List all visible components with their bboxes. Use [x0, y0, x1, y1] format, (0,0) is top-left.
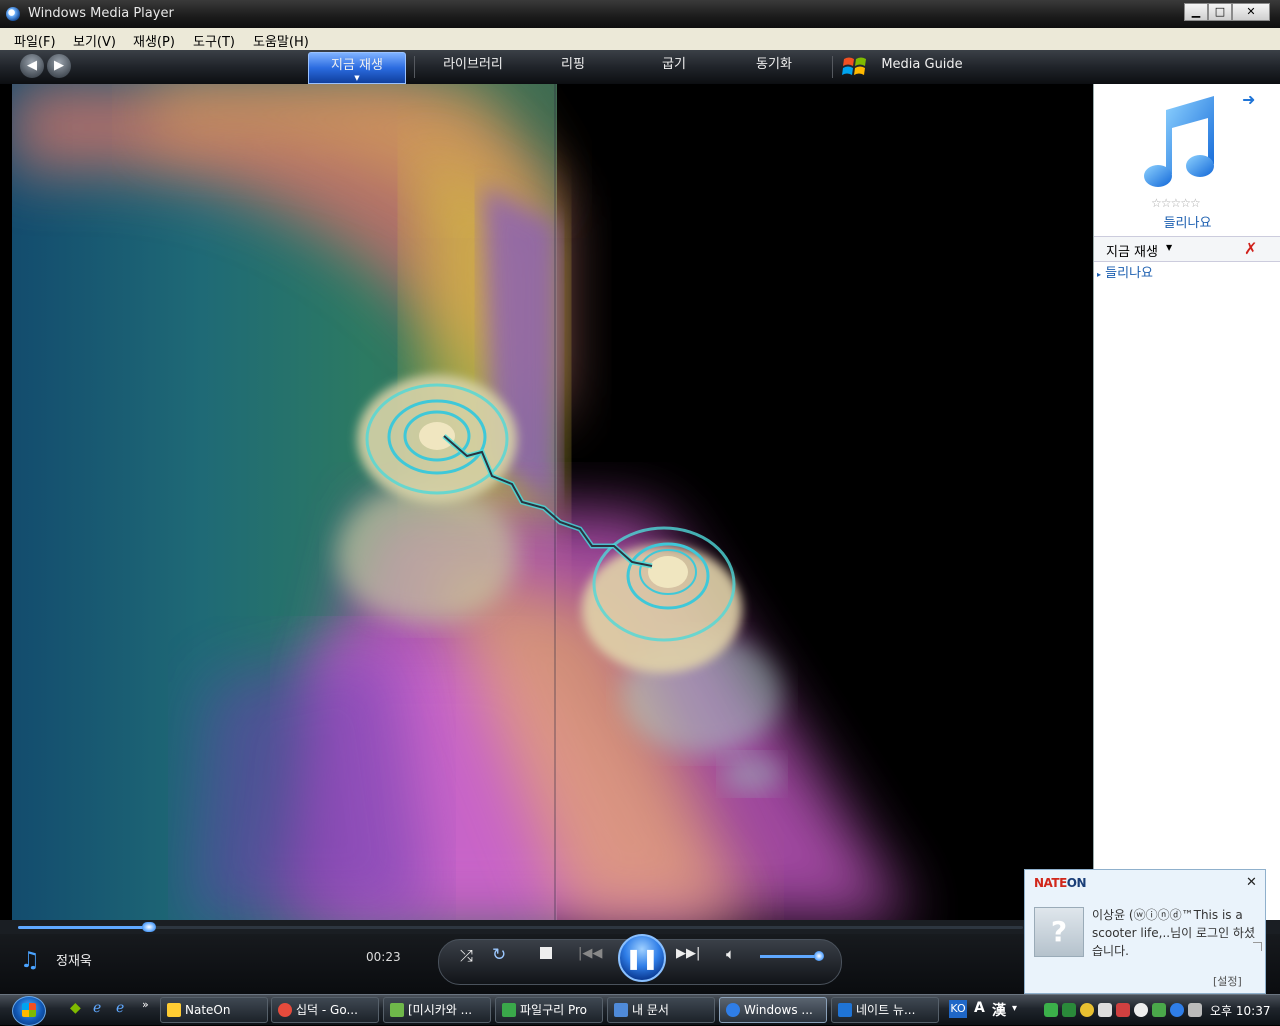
taskbar-item[interactable]: 파일구리 Pro — [495, 997, 603, 1023]
album-title[interactable]: 들리나요 — [1094, 212, 1280, 231]
tray-icon[interactable] — [1152, 1003, 1166, 1017]
back-button[interactable]: ◀ — [20, 54, 44, 78]
chevron-down-icon[interactable]: ▼ — [1166, 243, 1172, 252]
windows-logo-icon[interactable] — [842, 54, 868, 80]
tray-icon[interactable] — [1044, 1003, 1058, 1017]
close-icon[interactable]: ✕ — [1246, 875, 1257, 890]
close-button[interactable]: ✕ — [1232, 3, 1270, 21]
taskbar: ◆ ℯ ℯ » NateOn 십덕 - Go... [미시카와 ... 파일구리… — [0, 994, 1280, 1026]
minimize-button[interactable]: ▁ — [1184, 3, 1208, 21]
menu-view[interactable]: 보기(V) — [73, 31, 116, 50]
tab-now-playing[interactable]: 지금 재생 ▼ — [308, 52, 406, 84]
ime-hanja[interactable]: 漢 — [992, 1000, 1006, 1020]
divider — [414, 56, 415, 78]
title-bar[interactable]: Windows Media Player ▁ □ ✕ — [0, 0, 1280, 29]
tray-icon[interactable] — [1188, 1003, 1202, 1017]
filegury-icon — [502, 1003, 516, 1017]
unknown-avatar-icon: ? — [1034, 907, 1084, 957]
visualization-graphic — [12, 84, 1092, 920]
internet-explorer-icon[interactable]: ℯ — [116, 1000, 124, 1016]
folder-icon — [614, 1003, 628, 1017]
tray-icon[interactable] — [1098, 1003, 1112, 1017]
taskbar-item[interactable]: NateOn — [160, 997, 268, 1023]
playlist-item[interactable]: ▸ 들리나요 — [1097, 262, 1153, 281]
tab-sync[interactable]: 동기화 — [736, 50, 812, 84]
tab-media-guide[interactable]: Media Guide — [880, 50, 964, 84]
start-button[interactable] — [12, 996, 46, 1026]
playlist-header-label[interactable]: 지금 재생 — [1106, 241, 1158, 260]
seek-bar-fill — [18, 926, 149, 929]
taskbar-item[interactable]: [미시카와 ... — [383, 997, 491, 1023]
chrome-icon — [278, 1003, 292, 1017]
taskbar-item[interactable]: 네이트 뉴... — [831, 997, 939, 1023]
internet-explorer-icon — [838, 1003, 852, 1017]
visualization-area[interactable] — [12, 84, 1092, 920]
chevron-down-icon[interactable]: ▼ — [354, 75, 359, 82]
window-title: Windows Media Player — [28, 6, 174, 21]
play-indicator-icon: ▸ — [1097, 270, 1102, 279]
ime-options-icon[interactable]: ▾ — [1012, 1003, 1017, 1014]
nateon-notification[interactable]: NATEON ✕ ? 이상윤 (ⓦⓘⓝⓓ™This is a scooter l… — [1024, 869, 1266, 994]
rating-stars[interactable]: ☆☆☆☆☆ — [1151, 196, 1201, 210]
menu-bar: 파일(F) 보기(V) 재생(P) 도구(T) 도움말(H) — [0, 28, 1280, 51]
volume-icon[interactable]: 🔈︎ — [726, 945, 735, 963]
menu-file[interactable]: 파일(F) — [14, 31, 56, 50]
tab-now-playing-label: 지금 재생 — [331, 58, 383, 73]
tray-icon[interactable] — [1134, 1003, 1148, 1017]
volume-slider-fill — [760, 955, 819, 958]
system-tray: KO A 漢 ▾ 오후 10:37 — [946, 997, 1280, 1023]
music-note-icon — [1144, 96, 1214, 187]
tray-icon[interactable] — [1170, 1003, 1184, 1017]
menu-play[interactable]: 재생(P) — [133, 31, 175, 50]
pause-button[interactable]: ❚❚ — [618, 934, 666, 982]
tab-library[interactable]: 라이브러리 — [426, 50, 520, 84]
clock[interactable]: 오후 10:37 — [1210, 1002, 1270, 1019]
now-playing-pane: ➜ ☆☆☆☆☆ 들리나요 지금 재생 ▼ ✗ ▸ 들리나요 — [1093, 84, 1280, 921]
settings-link[interactable]: [설정] — [1213, 973, 1242, 989]
ime-mode-a[interactable]: A — [974, 1000, 985, 1016]
media-player-icon — [6, 7, 20, 21]
expand-icon[interactable] — [1253, 942, 1262, 951]
navigation-bar: ◀ ▶ 지금 재생 ▼ 라이브러리 리핑 굽기 동기화 Media Guide — [0, 50, 1280, 85]
taskbar-item[interactable]: 내 문서 — [607, 997, 715, 1023]
tray-icon[interactable] — [1080, 1003, 1094, 1017]
tray-icon[interactable] — [1062, 1003, 1076, 1017]
divider — [832, 56, 833, 78]
seek-bar[interactable] — [18, 922, 1023, 932]
ime-language[interactable]: KO — [949, 1000, 967, 1018]
show-desktop-icon[interactable]: ◆ — [70, 1000, 81, 1016]
media-player-icon — [726, 1003, 740, 1017]
volume-slider-handle[interactable] — [813, 951, 824, 961]
arrow-right-icon[interactable]: ➜ — [1242, 90, 1255, 109]
elapsed-time: 00:23 — [366, 950, 401, 964]
taskbar-item-active[interactable]: Windows ... — [719, 997, 827, 1023]
shuffle-icon[interactable]: ⤮ — [460, 946, 473, 966]
chevron-right-icon[interactable]: » — [142, 998, 149, 1011]
previous-button[interactable]: |◀◀ — [578, 946, 602, 961]
repeat-icon[interactable]: ↻ — [492, 945, 506, 965]
playlist-header: 지금 재생 ▼ ✗ — [1094, 236, 1280, 262]
notification-message: 이상윤 (ⓦⓘⓝⓓ™This is a scooter life,..님이 로그… — [1092, 908, 1255, 958]
stop-button[interactable] — [540, 947, 552, 959]
windows-logo-icon — [22, 1003, 36, 1017]
forward-button[interactable]: ▶ — [47, 54, 71, 78]
playlist-item-label: 들리나요 — [1105, 266, 1153, 281]
internet-explorer-icon[interactable]: ℯ — [93, 1000, 101, 1016]
nateon-logo: NATEON — [1034, 876, 1087, 890]
tray-icon[interactable] — [1116, 1003, 1130, 1017]
menu-help[interactable]: 도움말(H) — [253, 31, 309, 50]
seek-bar-handle[interactable] — [141, 922, 156, 932]
next-button[interactable]: ▶▶| — [676, 946, 700, 961]
menu-tools[interactable]: 도구(T) — [193, 31, 235, 50]
track-name: 정재욱 — [56, 954, 92, 969]
clear-list-icon[interactable]: ✗ — [1244, 239, 1257, 258]
tab-burn[interactable]: 굽기 — [636, 50, 712, 84]
tab-rip[interactable]: 리핑 — [534, 50, 612, 84]
taskbar-item[interactable]: 십덕 - Go... — [271, 997, 379, 1023]
maximize-button[interactable]: □ — [1208, 3, 1232, 21]
nateon-icon — [167, 1003, 181, 1017]
volume-slider[interactable] — [760, 951, 824, 961]
app-icon — [390, 1003, 404, 1017]
music-note-icon: ♫ — [20, 948, 40, 973]
